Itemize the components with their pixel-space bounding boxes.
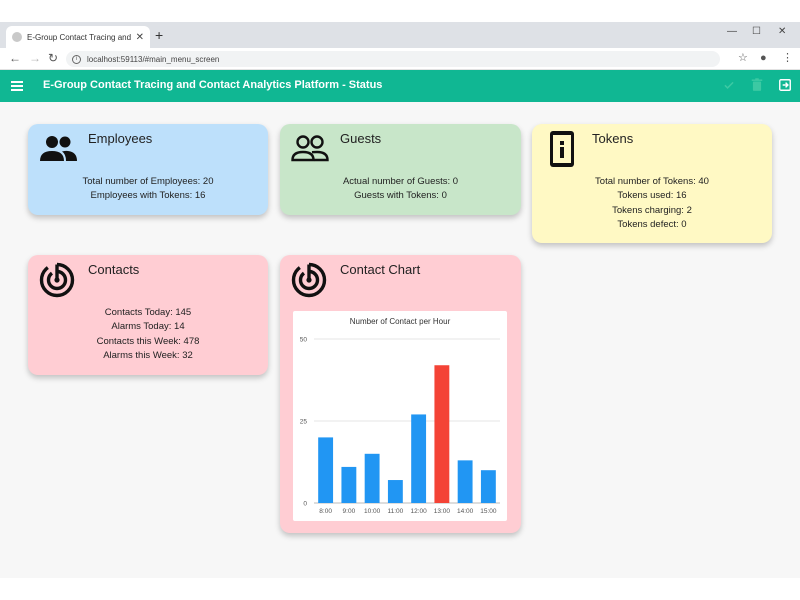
exit-icon[interactable]	[778, 78, 792, 92]
bookmark-star-icon[interactable]: ☆	[738, 51, 748, 65]
guests-title: Guests	[340, 131, 382, 146]
tokens-stat-line: Tokens charging: 2	[612, 204, 692, 216]
y-tick-label: 0	[303, 501, 307, 508]
contacts-title: Contacts	[88, 262, 140, 277]
check-icon	[724, 81, 734, 89]
back-arrow-icon[interactable]: ←	[9, 51, 21, 65]
contacts-stat-line: Alarms Today: 14	[111, 321, 185, 333]
chart-bar	[387, 480, 403, 503]
chart-bar	[318, 437, 334, 503]
x-tick-label: 11:00	[387, 508, 403, 515]
contacts-card[interactable]: Contacts Contacts Today: 145 Alarms Toda…	[28, 255, 268, 375]
delete-icon	[751, 78, 763, 91]
x-tick-label: 9:00	[343, 508, 356, 515]
guests-card[interactable]: Guests Actual number of Guests: 0 Guests…	[280, 124, 521, 215]
info-icon[interactable]: i	[72, 54, 81, 64]
chart-bar	[411, 414, 427, 503]
contacts-stat-line: Contacts this Week: 478	[96, 335, 200, 347]
favicon-icon	[12, 32, 22, 42]
tokens-stat-line: Tokens used: 16	[617, 190, 687, 202]
guests-stat-line: Guests with Tokens: 0	[354, 190, 447, 202]
y-tick-label: 50	[300, 337, 308, 344]
tab-title: E-Group Contact Tracing and Co	[27, 32, 132, 42]
people-outline-icon	[291, 135, 329, 162]
token-device-icon	[550, 131, 574, 167]
close-window-icon[interactable]: ✕	[778, 26, 786, 37]
people-icon	[40, 136, 77, 161]
profile-icon[interactable]: ●	[760, 51, 767, 65]
new-tab-button[interactable]: +	[155, 28, 163, 42]
chart-bar	[364, 453, 380, 503]
address-bar[interactable]: i localhost:59113/#main_menu_screen	[66, 51, 720, 67]
x-tick-label: 13:00	[434, 508, 451, 515]
tokens-stats: Total number of Tokens: 40 Tokens used: …	[532, 175, 772, 232]
browser-toolbar: ← → ↻ i localhost:59113/#main_menu_scree…	[0, 48, 800, 70]
tokens-title: Tokens	[592, 131, 634, 146]
x-tick-label: 10:00	[364, 508, 381, 515]
browser-window: E-Group Contact Tracing and Co ✕ + — ☐ ✕…	[0, 22, 800, 578]
tokens-stat-line: Tokens defect: 0	[617, 218, 687, 230]
contacts-stat-line: Alarms this Week: 32	[103, 349, 193, 361]
browser-menu-icon[interactable]: ⋮	[782, 51, 793, 65]
x-tick-label: 12:00	[410, 508, 427, 515]
chart-bar	[457, 460, 473, 503]
app-bar: E-Group Contact Tracing and Contact Anal…	[0, 70, 800, 102]
guests-stats: Actual number of Guests: 0 Guests with T…	[280, 175, 521, 204]
chart-title: Number of Contact per Hour	[350, 317, 451, 326]
radar-icon	[291, 262, 327, 298]
x-tick-label: 14:00	[457, 508, 474, 515]
employees-stat-line: Employees with Tokens: 16	[90, 190, 206, 202]
chart-bar	[480, 470, 496, 503]
tokens-card[interactable]: Tokens Total number of Tokens: 40 Tokens…	[532, 124, 772, 243]
chart-bar	[434, 365, 450, 503]
screen: E-Group Contact Tracing and Co ✕ + — ☐ ✕…	[0, 0, 800, 600]
contact-chart-title: Contact Chart	[340, 262, 421, 277]
chart-bar	[341, 466, 357, 503]
chart-panel: Number of Contact per Hour 0 25 50 8:00 9:00 1…	[293, 311, 507, 521]
url-text: localhost:59113/#main_menu_screen	[87, 54, 220, 64]
maximize-icon[interactable]: ☐	[752, 26, 761, 37]
contacts-stat-line: Contacts Today: 145	[104, 307, 192, 318]
y-tick-label: 25	[300, 419, 308, 426]
contacts-per-hour-chart: Number of Contact per Hour 0 25 50 8:00 9:00 1…	[300, 317, 500, 515]
x-tick-label: 15:00	[480, 508, 497, 515]
minimize-icon[interactable]: —	[727, 26, 737, 37]
reload-icon[interactable]: ↻	[48, 51, 58, 65]
tab-close-icon[interactable]: ✕	[136, 32, 144, 43]
app-title: E-Group Contact Tracing and Contact Anal…	[43, 79, 383, 91]
employees-title: Employees	[88, 131, 153, 146]
browser-tab[interactable]: E-Group Contact Tracing and Co ✕	[6, 26, 150, 48]
radar-icon	[39, 262, 75, 298]
forward-arrow-icon[interactable]: →	[29, 51, 41, 65]
employees-stats: Total number of Employees: 20 Employees …	[28, 175, 268, 204]
tab-strip: E-Group Contact Tracing and Co ✕ + — ☐ ✕	[0, 22, 800, 48]
contacts-stats: Contacts Today: 145 Alarms Today: 14 Con…	[28, 306, 268, 363]
x-tick-label: 8:00	[319, 508, 332, 515]
employees-stat-line: Total number of Employees: 20	[82, 176, 214, 187]
employees-card[interactable]: Employees Total number of Employees: 20 …	[28, 124, 268, 215]
tokens-stat-line: Total number of Tokens: 40	[595, 176, 709, 187]
menu-icon[interactable]	[11, 81, 23, 91]
guests-stat-line: Actual number of Guests: 0	[342, 176, 459, 187]
contact-chart-card[interactable]: Contact Chart Number of Contact per Hour…	[280, 255, 521, 533]
